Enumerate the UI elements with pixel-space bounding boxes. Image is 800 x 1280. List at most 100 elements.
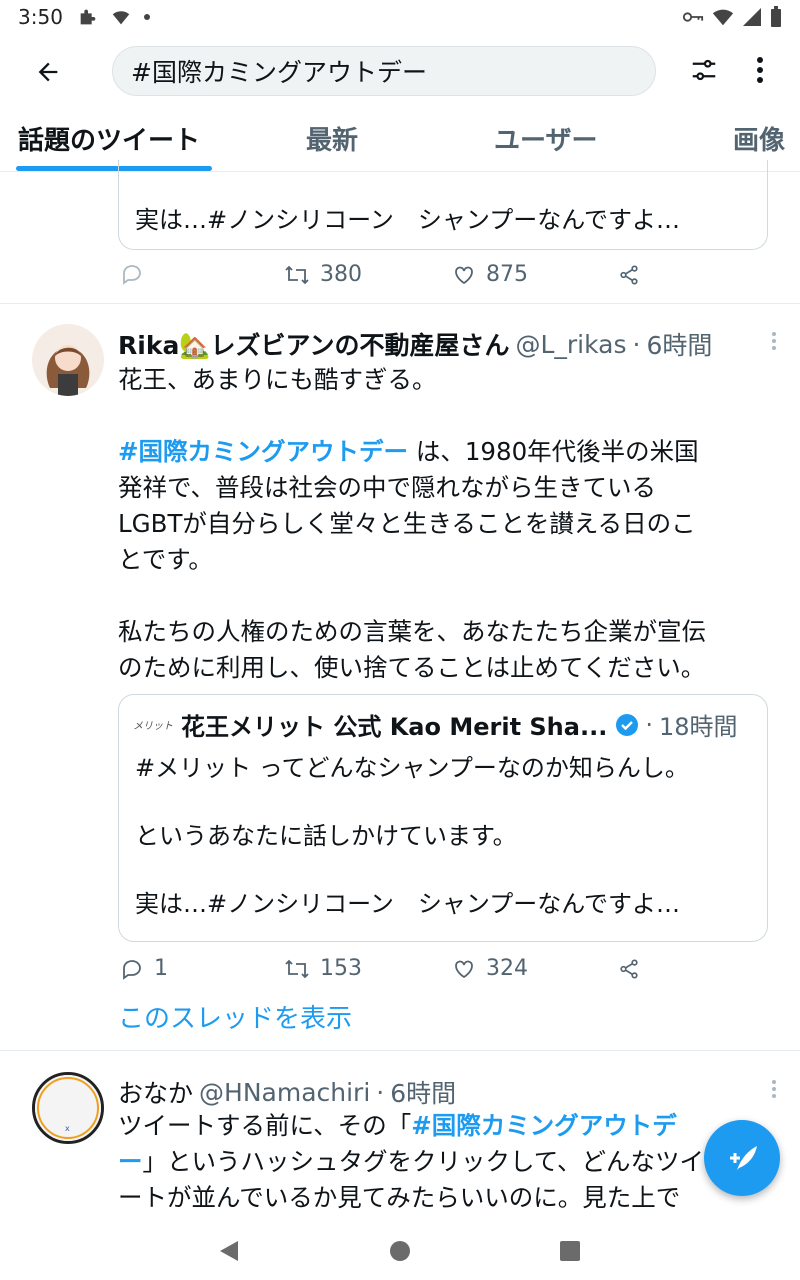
user-avatar-image: x [35, 1075, 101, 1141]
wifi-signal-icon [712, 9, 734, 26]
quoted-line: #メリット ってどんなシャンプーなのか知らんし。 [135, 754, 689, 782]
quoted-tweet-timestamp: 18時間 [658, 713, 738, 741]
system-navigation-bar [0, 1222, 800, 1280]
like-count: 875 [486, 262, 528, 287]
nav-back-button[interactable] [214, 1236, 244, 1266]
tweet-divider [0, 1050, 800, 1051]
tweet-line: 私たちの人権のための言葉を、あなたたち企業が宣伝 [118, 617, 706, 646]
retweet-icon [285, 265, 309, 284]
show-thread-link[interactable]: このスレッドを表示 [118, 998, 352, 1035]
arrow-left-icon [38, 62, 58, 82]
quoted-tweet-card[interactable]: メリット 花王メリット 公式 Kao Merit Sha... · 18時間 #… [118, 694, 768, 942]
nav-recents-button[interactable] [555, 1236, 585, 1266]
status-bar: 3:50 [0, 0, 800, 34]
quoted-user-name: 花王メリット 公式 Kao Merit Sha... [181, 713, 608, 741]
retweet-count: 380 [320, 262, 362, 287]
reply-icon [123, 959, 141, 980]
quoted-line: というあなたに話しかけています。 [135, 822, 517, 850]
tab-latest[interactable]: 最新 [306, 120, 358, 157]
more-vertical-icon [757, 57, 763, 83]
tweet-text: 花王、あまりにも酷すぎる。 #国際カミングアウトデー は、1980年代後半の米国… [118, 362, 758, 686]
hashtag-link[interactable]: #国際カミングアウトデー [118, 437, 408, 466]
quoted-tweet-text: #メリット ってどんなシャンプーなのか知らんし。 というあなたに話しかけています… [135, 751, 689, 921]
tweet-line: 発祥で、普段は社会の中で隠れながら生きている [118, 473, 657, 502]
heart-icon [455, 960, 473, 978]
tab-users[interactable]: ユーザー [494, 120, 597, 157]
tweet-line: とです。 [118, 545, 213, 574]
compose-tweet-button[interactable] [704, 1120, 780, 1196]
tweet-line: のために利用し、使い捨てることは止めてください。 [118, 653, 706, 682]
vpn-key-icon [682, 12, 704, 22]
quoted-tweet-text: 実は…#ノンシリコーン シャンプーなんですよ… [135, 206, 680, 234]
reply-button[interactable]: 1 [120, 956, 168, 981]
user-handle[interactable]: @L_rikas [515, 330, 626, 359]
avatar[interactable]: x [32, 1072, 104, 1144]
retweet-button[interactable]: 380 [284, 262, 362, 287]
tweet-actions: 380 875 [118, 258, 658, 298]
share-button[interactable] [618, 958, 640, 980]
dot-icon [143, 14, 150, 20]
reply-button[interactable] [120, 262, 144, 286]
svg-text:x: x [65, 1124, 70, 1133]
tweet-more-button[interactable] [762, 1074, 786, 1104]
avatar[interactable] [32, 324, 104, 396]
search-header: #国際カミングアウトデー [0, 34, 800, 106]
tab-top-tweets[interactable]: 話題のツイート [18, 120, 200, 157]
search-query: #国際カミングアウトデー [131, 58, 427, 87]
tweet-actions: 1 153 324 [118, 952, 658, 992]
share-button[interactable] [618, 264, 640, 286]
tweet-line: ツイートする前に、その「 [118, 1111, 412, 1140]
battery-icon [771, 6, 781, 27]
hashtag-link[interactable]: #国際カミングアウトデ [411, 1111, 677, 1140]
tab-images[interactable]: 画像 [733, 120, 785, 157]
quoted-line: 実は…#ノンシリコーン シャンプーなんですよ… [135, 890, 680, 918]
square-recents-icon [560, 1241, 580, 1261]
share-icon [620, 265, 638, 285]
reply-count: 1 [154, 956, 168, 981]
share-icon [620, 959, 638, 979]
tweet-timestamp[interactable]: 6時間 [646, 326, 712, 362]
like-button[interactable]: 324 [452, 956, 528, 981]
dot-separator: · [632, 329, 641, 359]
back-button[interactable] [28, 52, 68, 92]
tweet-header: おなか @HNamachiri · 6時間 [118, 1074, 456, 1110]
dot-separator: · [376, 1077, 385, 1107]
retweet-icon [285, 959, 309, 978]
user-display-name[interactable]: Rika🏡レズビアンの不動産屋さん [118, 326, 509, 362]
quoted-tweet-card[interactable]: 実は…#ノンシリコーン シャンプーなんですよ… [118, 160, 768, 250]
user-avatar-illustration [32, 324, 104, 396]
overflow-menu-button[interactable] [742, 50, 778, 90]
more-vertical-icon [772, 332, 776, 350]
retweet-count: 153 [320, 956, 362, 981]
status-time: 3:50 [18, 5, 63, 29]
tweet-timestamp[interactable]: 6時間 [390, 1074, 456, 1110]
more-vertical-icon [772, 1080, 776, 1098]
tweet-line: ートが並んでいるか見てみたらいいのに。見た上で [118, 1183, 681, 1212]
tweet-line: 」というハッシュタグをクリックして、どんなツイ [142, 1147, 705, 1176]
cell-signal-icon [743, 8, 761, 26]
hashtag-link[interactable]: ー [118, 1147, 143, 1176]
triangle-back-icon [220, 1241, 238, 1261]
reply-icon [123, 265, 141, 285]
wifi-icon [112, 11, 130, 25]
search-input[interactable]: #国際カミングアウトデー [112, 46, 656, 96]
user-display-name[interactable]: おなか [118, 1074, 193, 1110]
sliders-icon [692, 59, 716, 81]
merit-logo: メリット [133, 721, 173, 732]
retweet-button[interactable]: 153 [284, 956, 362, 981]
puzzle-icon [80, 9, 96, 25]
circle-home-icon [390, 1241, 410, 1261]
search-filter-button[interactable] [684, 50, 724, 90]
tweet-line: 花王、あまりにも酷すぎる。 [118, 365, 437, 394]
tweet-line: LGBTが自分らしく堂々と生きることを讃える日のこ [118, 509, 696, 538]
nav-home-button[interactable] [385, 1236, 415, 1266]
tweet-divider [0, 303, 800, 304]
user-handle[interactable]: @HNamachiri [199, 1078, 370, 1107]
like-count: 324 [486, 956, 528, 981]
tweet-more-button[interactable] [762, 326, 786, 356]
like-button[interactable]: 875 [452, 262, 528, 287]
tweet-header: Rika🏡レズビアンの不動産屋さん @L_rikas · 6時間 [118, 326, 712, 362]
feather-plus-icon [730, 1146, 757, 1170]
tweet-text: ツイートする前に、その「#国際カミングアウトデ ー」というハッシュタグをクリック… [118, 1108, 778, 1216]
dot-separator: · [645, 710, 653, 739]
